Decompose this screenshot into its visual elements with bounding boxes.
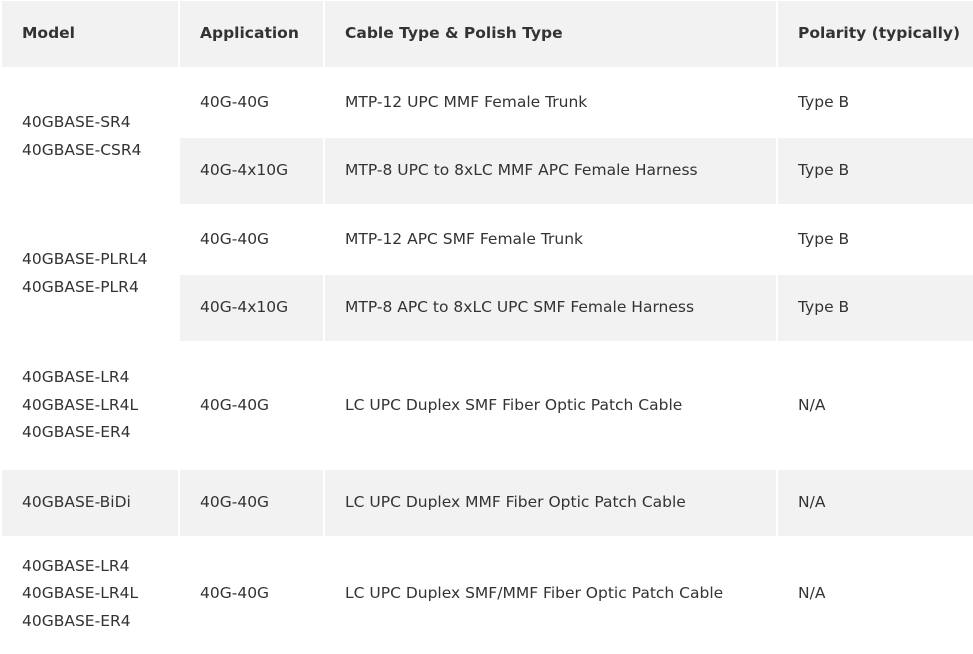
header-cable-type: Cable Type & Polish Type [325, 1, 776, 67]
header-polarity: Polarity (typically) [778, 1, 973, 67]
cable-type-cell: MTP-12 UPC MMF Female Trunk [325, 69, 776, 136]
application-cell: 40G-40G [180, 343, 323, 468]
model-name: 40GBASE-PLRL4 [22, 250, 148, 268]
cable-type-cell: LC UPC Duplex SMF Fiber Optic Patch Cabl… [325, 343, 776, 468]
model-cell: 40GBASE-LR4 40GBASE-LR4L 40GBASE-ER4 [2, 343, 178, 468]
application-cell: 40G-4x10G [180, 275, 323, 341]
polarity-cell: Type B [778, 206, 973, 273]
polarity-cell: N/A [778, 343, 973, 468]
model-name: 40GBASE-LR4 [22, 556, 130, 575]
model-name: 40GBASE-LR4L [22, 584, 139, 603]
polarity-cell: Type B [778, 69, 973, 136]
application-cell: 40G-4x10G [180, 138, 323, 204]
table-header-row: Model Application Cable Type & Polish Ty… [2, 1, 973, 67]
model-name: 40GBASE-ER4 [22, 423, 131, 442]
table-row: 40GBASE-LR4 40GBASE-LR4L 40GBASE-ER4 40G… [2, 343, 973, 468]
cable-type-cell: LC UPC Duplex SMF/MMF Fiber Optic Patch … [325, 538, 776, 650]
model-name: 40GBASE-CSR4 [22, 140, 142, 159]
model-name: 40GBASE-PLR4 [22, 277, 139, 296]
polarity-cell: N/A [778, 538, 973, 650]
table-row: 40GBASE-BiDi 40G-40G LC UPC Duplex MMF F… [2, 470, 973, 536]
model-name: 40GBASE-SR4 [22, 113, 131, 131]
table-row: 40GBASE-SR4 40GBASE-CSR4 40G-40G MTP-12 … [2, 69, 973, 204]
cable-type-cell: MTP-12 APC SMF Female Trunk [325, 206, 776, 273]
model-cell: 40GBASE-LR4 40GBASE-LR4L 40GBASE-ER4 [2, 538, 178, 650]
polarity-cell: Type B [778, 138, 973, 204]
cable-type-cell: MTP-8 UPC to 8xLC MMF APC Female Harness [325, 138, 776, 204]
application-cell: 40G-40G [180, 470, 323, 536]
table-row: 40GBASE-LR4 40GBASE-LR4L 40GBASE-ER4 40G… [2, 538, 973, 650]
header-model: Model [2, 1, 178, 67]
cable-type-cell: LC UPC Duplex MMF Fiber Optic Patch Cabl… [325, 470, 776, 536]
cable-polarity-table: Model Application Cable Type & Polish Ty… [0, 0, 973, 652]
model-name: 40GBASE-LR4L [22, 395, 139, 414]
application-cell: 40G-40G [180, 69, 323, 136]
model-name: 40GBASE-LR4 [22, 368, 130, 387]
model-name: 40GBASE-BiDi [22, 493, 131, 512]
header-application: Application [180, 1, 323, 67]
application-cell: 40G-40G [180, 206, 323, 273]
cable-type-cell: MTP-8 APC to 8xLC UPC SMF Female Harness [325, 275, 776, 341]
application-cell: 40G-40G [180, 538, 323, 650]
model-cell: 40GBASE-PLRL4 40GBASE-PLR4 [2, 206, 178, 341]
model-name: 40GBASE-ER4 [22, 611, 131, 630]
model-cell: 40GBASE-SR4 40GBASE-CSR4 [2, 69, 178, 204]
model-cell: 40GBASE-BiDi [2, 470, 178, 536]
polarity-cell: Type B [778, 275, 973, 341]
polarity-cell: N/A [778, 470, 973, 536]
table-row: 40GBASE-PLRL4 40GBASE-PLR4 40G-40G MTP-1… [2, 206, 973, 341]
